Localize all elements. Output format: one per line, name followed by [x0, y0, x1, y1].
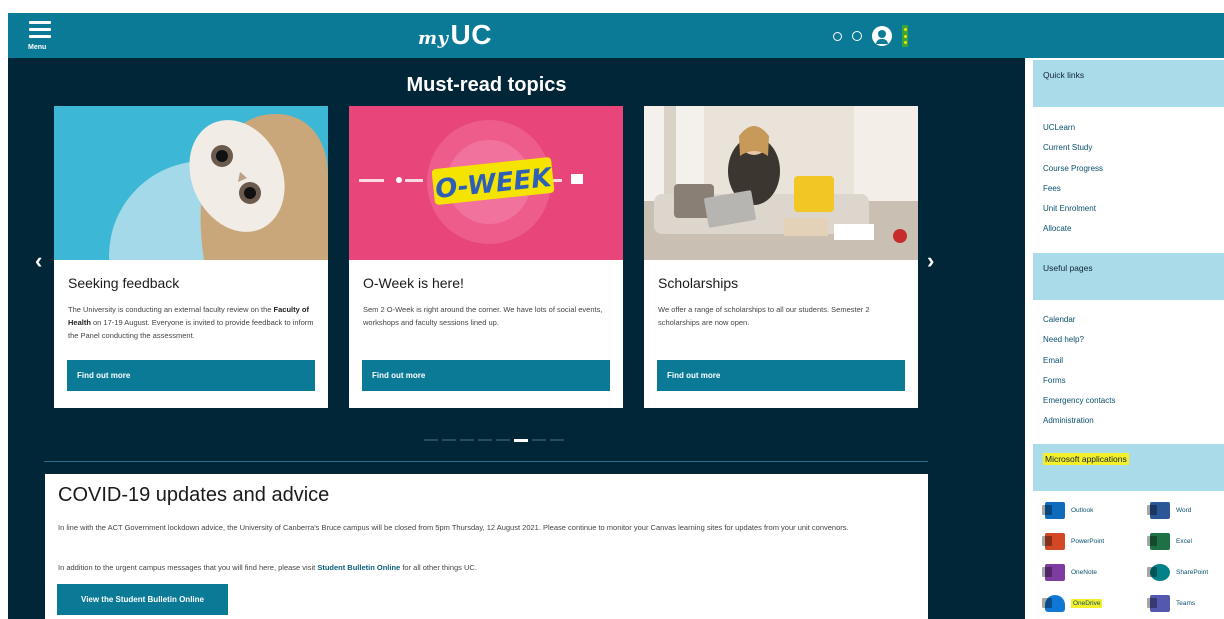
useful-pages-title: Useful pages — [1043, 263, 1093, 273]
covid-panel: COVID-19 updates and advice In line with… — [45, 474, 928, 619]
student-image — [644, 106, 918, 260]
search-icon[interactable] — [833, 31, 842, 41]
main-content: Must-read topics ‹ › Seeking feedback Th… — [8, 58, 1025, 619]
card-text: Sem 2 O-Week is right around the corner.… — [363, 305, 603, 327]
quick-links-list: UCLearn Current Study Course Progress Fe… — [1043, 118, 1103, 240]
app-sharepoint[interactable]: SharePoint — [1147, 564, 1208, 581]
logo-uc: UC — [450, 19, 492, 50]
app-teams[interactable]: Teams — [1147, 595, 1195, 612]
hamburger-icon — [29, 21, 51, 24]
carousel-dot-active[interactable] — [514, 439, 528, 442]
useful-pages-header: Useful pages — [1033, 253, 1224, 300]
covid-paragraph-bulletin: In addition to the urgent campus message… — [58, 563, 477, 572]
card-text: The University is conducting an external… — [68, 305, 314, 340]
teams-icon — [1147, 595, 1170, 612]
card-title: Scholarships — [658, 275, 739, 291]
powerpoint-icon — [1042, 533, 1065, 550]
app-word[interactable]: Word — [1147, 502, 1191, 519]
top-icons — [833, 25, 908, 47]
quick-link-unit-enrolment[interactable]: Unit Enrolment — [1043, 199, 1103, 219]
topic-card-o-week: O-WEEK O-Week is here! Sem 2 O-Week is r… — [349, 106, 623, 408]
useful-page-forms[interactable]: Forms — [1043, 371, 1115, 391]
account-icon[interactable] — [872, 26, 892, 46]
find-out-more-button[interactable]: Find out more — [657, 360, 905, 391]
quick-link-course-progress[interactable]: Course Progress — [1043, 159, 1103, 179]
view-student-bulletin-button[interactable]: View the Student Bulletin Online — [57, 584, 228, 615]
menu-button[interactable]: Menu — [28, 21, 54, 51]
app-outlook[interactable]: Outlook — [1042, 502, 1093, 519]
owl-image — [54, 106, 328, 260]
find-out-more-button[interactable]: Find out more — [67, 360, 315, 391]
carousel-dot[interactable] — [442, 439, 456, 441]
quick-link-current-study[interactable]: Current Study — [1043, 138, 1103, 158]
card-text: We offer a range of scholarships to all … — [658, 305, 870, 327]
more-options-icon[interactable] — [902, 25, 908, 47]
page-frame: Menu myUC Must-read topics ‹ › Seeking f… — [8, 13, 1224, 619]
app-onenote[interactable]: OneNote — [1042, 564, 1097, 581]
covid-paragraph: In line with the ACT Government lockdown… — [58, 523, 849, 532]
app-excel[interactable]: Excel — [1147, 533, 1192, 550]
sidebar: Quick links UCLearn Current Study Course… — [1033, 58, 1224, 619]
useful-page-administration[interactable]: Administration — [1043, 411, 1115, 431]
useful-page-emergency-contacts[interactable]: Emergency contacts — [1043, 391, 1115, 411]
app-powerpoint[interactable]: PowerPoint — [1042, 533, 1104, 550]
top-bar: Menu myUC — [8, 13, 1224, 58]
myuc-logo[interactable]: myUC — [418, 19, 492, 51]
carousel-dot[interactable] — [550, 439, 564, 441]
word-icon — [1147, 502, 1170, 519]
carousel-dot[interactable] — [496, 439, 510, 441]
must-read-title: Must-read topics — [406, 74, 567, 96]
carousel-indicators — [424, 439, 564, 442]
sharepoint-icon — [1147, 564, 1170, 581]
student-bulletin-link[interactable]: Student Bulletin Online — [317, 563, 400, 572]
card-title: O-Week is here! — [363, 275, 464, 291]
covid-title: COVID-19 updates and advice — [58, 484, 330, 506]
app-onedrive[interactable]: OneDrive — [1042, 595, 1103, 612]
useful-page-need-help[interactable]: Need help? — [1043, 330, 1115, 350]
useful-pages-list: Calendar Need help? Email Forms Emergenc… — [1043, 310, 1115, 432]
microsoft-apps-title: Microsoft applications — [1043, 453, 1129, 465]
logo-my: my — [418, 28, 449, 49]
quick-link-allocate[interactable]: Allocate — [1043, 219, 1103, 239]
carousel-dot[interactable] — [460, 439, 474, 441]
useful-page-calendar[interactable]: Calendar — [1043, 310, 1115, 330]
quick-links-header: Quick links — [1033, 60, 1224, 107]
card-title: Seeking feedback — [68, 275, 180, 291]
find-out-more-button[interactable]: Find out more — [362, 360, 610, 391]
quick-link-uclearn[interactable]: UCLearn — [1043, 118, 1103, 138]
excel-icon — [1147, 533, 1170, 550]
section-divider — [44, 461, 928, 462]
outlook-icon — [1042, 502, 1065, 519]
topic-card-seeking-feedback: Seeking feedback The University is condu… — [54, 106, 328, 408]
microsoft-apps-header: Microsoft applications — [1033, 444, 1224, 491]
menu-label: Menu — [28, 44, 47, 51]
useful-page-email[interactable]: Email — [1043, 351, 1115, 371]
quick-links-title: Quick links — [1043, 70, 1085, 80]
carousel-dot[interactable] — [478, 439, 492, 441]
carousel-prev-arrow[interactable]: ‹ — [35, 248, 42, 274]
quick-link-fees[interactable]: Fees — [1043, 179, 1103, 199]
notifications-icon[interactable] — [852, 31, 862, 41]
o-week-banner: O-WEEK — [349, 106, 623, 260]
carousel-next-arrow[interactable]: › — [927, 248, 934, 274]
carousel-dot[interactable] — [532, 439, 546, 441]
onenote-icon — [1042, 564, 1065, 581]
onedrive-icon — [1042, 595, 1065, 612]
carousel-dot[interactable] — [424, 439, 438, 441]
topic-card-scholarships: Scholarships We offer a range of scholar… — [644, 106, 918, 408]
